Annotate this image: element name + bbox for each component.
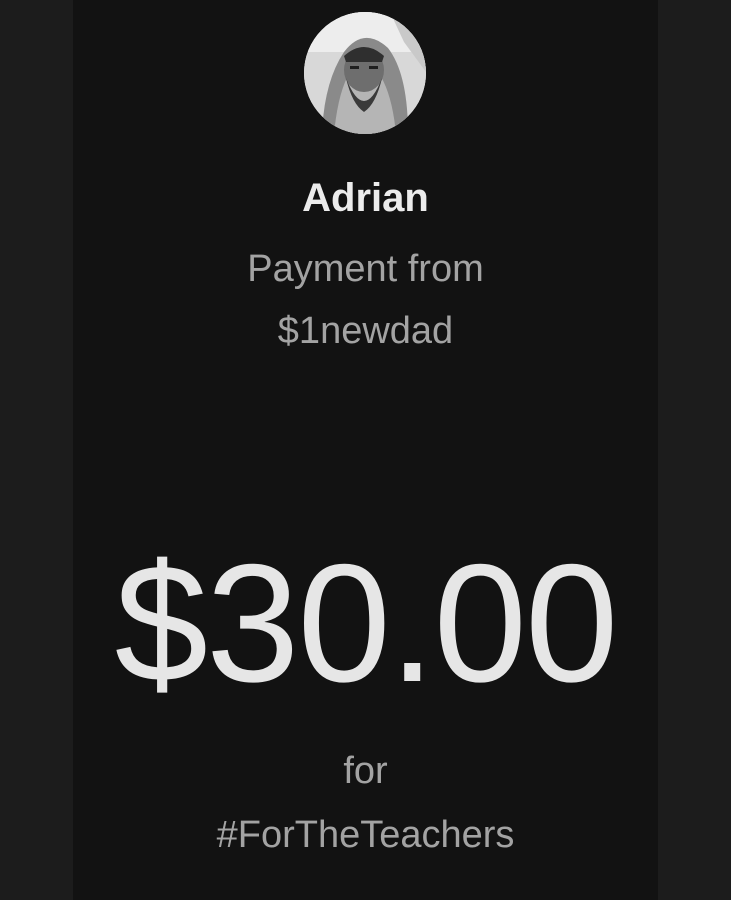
payment-note: #ForTheTeachers bbox=[216, 814, 515, 856]
payment-screen: Adrian Payment from $1newdad $30.00 for … bbox=[0, 0, 731, 900]
payment-from-label: Payment from bbox=[247, 248, 484, 290]
sender-handle: $1newdad bbox=[277, 310, 454, 352]
avatar-photo-icon bbox=[304, 12, 426, 134]
payment-amount: $30.00 bbox=[114, 529, 619, 717]
avatar bbox=[304, 12, 426, 134]
recipient-name: Adrian bbox=[302, 176, 429, 220]
for-label: for bbox=[343, 750, 388, 792]
